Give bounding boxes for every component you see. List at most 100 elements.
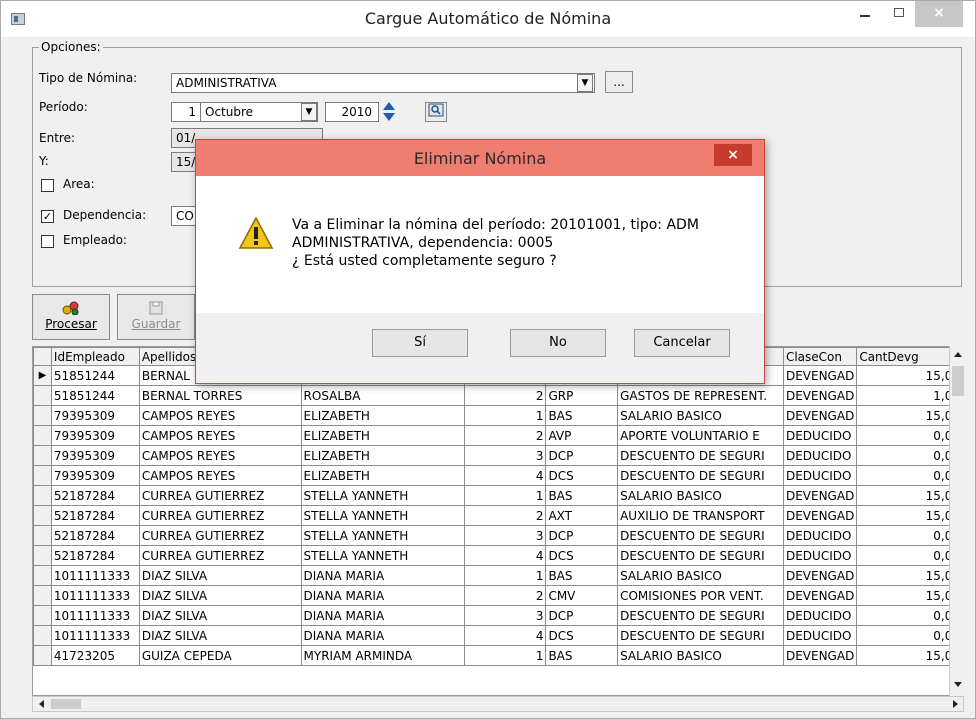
table-cell[interactable]: DESCUENTO DE SEGURI (617, 545, 784, 566)
row-selector[interactable] (33, 645, 52, 666)
table-cell[interactable]: 15,00 (856, 565, 963, 586)
table-cell[interactable]: 52187284 (50, 505, 140, 526)
empleado-checkbox[interactable] (41, 235, 54, 248)
spin-down-icon[interactable] (383, 113, 395, 121)
table-cell[interactable]: DEVENGAD (782, 485, 858, 506)
table-cell[interactable]: CURREA GUTIERREZ (138, 505, 302, 526)
table-cell[interactable]: DESCUENTO DE SEGURI (617, 605, 784, 626)
table-cell[interactable]: SALARIO BASICO (617, 645, 784, 666)
table-row[interactable]: 1011111333 DIAZ SILVA DIANA MARIA 4 DCS DESCU… (33, 625, 963, 646)
tipo-nomina-select[interactable]: ADMINISTRATIVA (171, 73, 595, 93)
table-cell[interactable]: DCS (545, 545, 619, 566)
table-cell[interactable]: 2 (464, 585, 547, 606)
table-cell[interactable]: ROSALBA (300, 385, 466, 406)
table-cell[interactable]: 79395309 (50, 425, 140, 446)
table-cell[interactable]: DCP (545, 525, 619, 546)
table-cell[interactable]: SALARIO BASICO (617, 485, 784, 506)
table-cell[interactable]: 15,00 (856, 585, 963, 606)
table-cell[interactable]: DCP (545, 605, 619, 626)
yes-button[interactable]: Sí (372, 329, 468, 357)
row-selector[interactable] (33, 485, 52, 506)
minimize-button[interactable] (849, 1, 881, 27)
table-cell[interactable]: BERNAL TORRES (138, 385, 302, 406)
table-cell[interactable]: 2 (464, 505, 547, 526)
table-cell[interactable]: DEDUCIDO (782, 625, 858, 646)
row-selector[interactable] (33, 585, 52, 606)
table-cell[interactable]: BAS (545, 565, 619, 586)
table-cell[interactable]: DEVENGAD (782, 385, 858, 406)
table-row[interactable]: 52187284 CURREA GUTIERREZ STELLA YANNETH 4 D… (33, 545, 963, 566)
table-cell[interactable]: CAMPOS REYES (138, 445, 302, 466)
scroll-right-icon[interactable] (953, 700, 958, 708)
table-cell[interactable]: DESCUENTO DE SEGURI (617, 625, 784, 646)
table-row[interactable]: 1011111333 DIAZ SILVA DIANA MARIA 2 CMV COMIS… (33, 585, 963, 606)
table-cell[interactable]: DIAZ SILVA (138, 565, 302, 586)
preview-button[interactable] (425, 102, 447, 122)
table-cell[interactable]: DEDUCIDO (782, 525, 858, 546)
row-selector[interactable] (33, 565, 52, 586)
table-cell[interactable]: 52187284 (50, 485, 140, 506)
scroll-left-icon[interactable] (39, 700, 44, 708)
table-cell[interactable]: ELIZABETH (300, 465, 466, 486)
column-header[interactable]: ClaseCon (782, 347, 858, 366)
table-cell[interactable]: BAS (545, 485, 619, 506)
table-cell[interactable]: 0,00 (856, 425, 963, 446)
guardar-button[interactable]: Guardar (117, 294, 195, 340)
periodo-number-field[interactable]: 1 (171, 102, 201, 122)
table-cell[interactable]: ELIZABETH (300, 425, 466, 446)
row-selector[interactable] (33, 445, 52, 466)
table-row[interactable]: 79395309 CAMPOS REYES ELIZABETH 2 AVP APORTE … (33, 425, 963, 446)
table-cell[interactable]: 1011111333 (50, 585, 140, 606)
table-cell[interactable]: 4 (464, 465, 547, 486)
table-cell[interactable]: CURREA GUTIERREZ (138, 485, 302, 506)
table-cell[interactable]: 4 (464, 545, 547, 566)
table-cell[interactable]: DEVENGAD (782, 365, 858, 386)
table-cell[interactable]: AVP (545, 425, 619, 446)
table-cell[interactable]: ELIZABETH (300, 405, 466, 426)
table-cell[interactable]: ELIZABETH (300, 445, 466, 466)
table-cell[interactable]: 1 (464, 565, 547, 586)
table-cell[interactable]: 1,00 (856, 385, 963, 406)
table-cell[interactable]: STELLA YANNETH (300, 485, 466, 506)
table-cell[interactable]: DEDUCIDO (782, 605, 858, 626)
table-cell[interactable]: SALARIO BASICO (617, 565, 784, 586)
table-row[interactable]: 52187284 CURREA GUTIERREZ STELLA YANNETH 2 A… (33, 505, 963, 526)
table-cell[interactable]: APORTE VOLUNTARIO E (617, 425, 784, 446)
table-cell[interactable]: 0,00 (856, 605, 963, 626)
row-selector[interactable] (33, 425, 52, 446)
table-row[interactable]: 41723205 GUIZA CEPEDA MYRIAM ARMINDA 1 BAS SA… (33, 645, 963, 666)
scroll-thumb[interactable] (952, 366, 964, 396)
table-cell[interactable]: 2 (464, 385, 547, 406)
browse-tipo-button[interactable]: ... (605, 71, 633, 93)
table-cell[interactable]: CURREA GUTIERREZ (138, 525, 302, 546)
table-cell[interactable]: DESCUENTO DE SEGURI (617, 525, 784, 546)
row-selector[interactable] (33, 605, 52, 626)
row-selector[interactable] (33, 545, 52, 566)
table-cell[interactable]: DIANA MARIA (300, 605, 466, 626)
table-cell[interactable]: DEVENGAD (782, 565, 858, 586)
employees-grid[interactable]: IdEmpleado Apellidos ClaseCon CantDevg ▶… (32, 346, 964, 696)
row-selector[interactable] (33, 525, 52, 546)
table-cell[interactable]: DEVENGAD (782, 405, 858, 426)
row-selector[interactable] (33, 505, 52, 526)
table-cell[interactable]: DESCUENTO DE SEGURI (617, 445, 784, 466)
vertical-scrollbar[interactable] (949, 346, 965, 696)
table-cell[interactable]: GUIZA CEPEDA (138, 645, 302, 666)
table-cell[interactable]: DCS (545, 465, 619, 486)
table-cell[interactable]: 51851244 (50, 365, 140, 386)
table-cell[interactable]: 0,00 (856, 625, 963, 646)
table-cell[interactable]: CURREA GUTIERREZ (138, 545, 302, 566)
table-cell[interactable]: 15,00 (856, 365, 963, 386)
table-cell[interactable]: 15,00 (856, 405, 963, 426)
chevron-down-icon[interactable]: ▼ (577, 74, 593, 92)
table-cell[interactable]: GASTOS DE REPRESENT. (617, 385, 784, 406)
row-selector[interactable] (33, 385, 52, 406)
scroll-up-icon[interactable] (954, 352, 962, 357)
table-cell[interactable]: AXT (545, 505, 619, 526)
procesar-button[interactable]: Procesar (32, 294, 110, 340)
table-cell[interactable]: DIANA MARIA (300, 565, 466, 586)
row-selector[interactable] (33, 465, 52, 486)
no-button[interactable]: No (510, 329, 606, 357)
table-cell[interactable]: AUXILIO DE TRANSPORT (617, 505, 784, 526)
table-cell[interactable]: 51851244 (50, 385, 140, 406)
